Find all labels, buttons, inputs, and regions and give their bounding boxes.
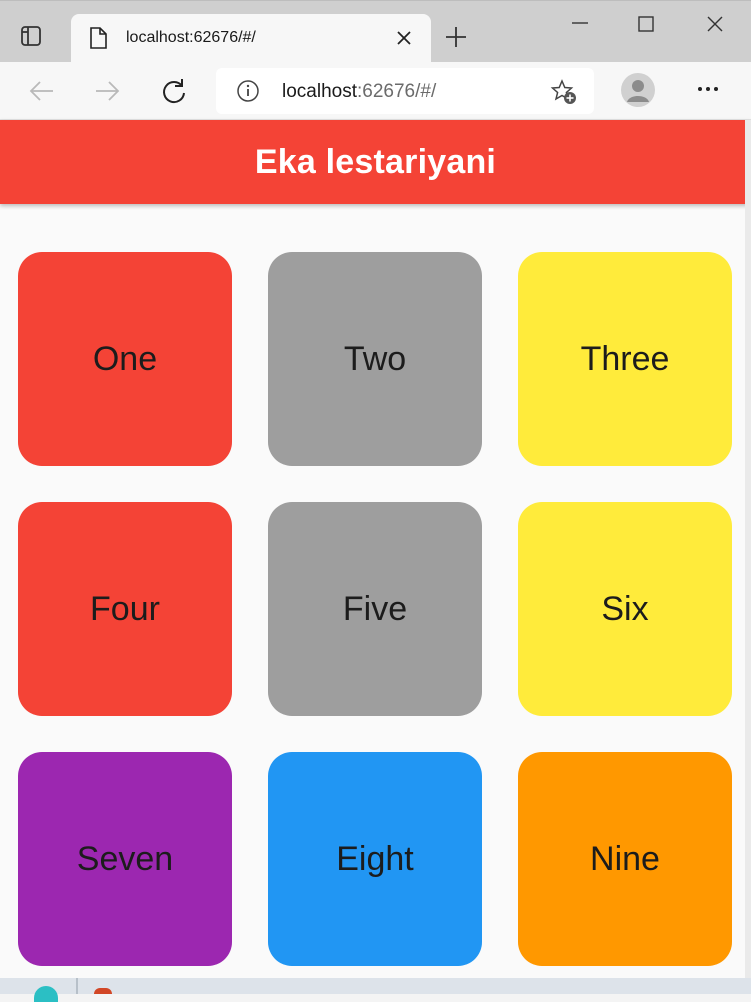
app-title: Eka lestariyani: [254, 142, 497, 181]
close-tab-icon[interactable]: [395, 29, 413, 47]
browser-tab[interactable]: localhost:62676/#/: [71, 14, 431, 63]
tile-four[interactable]: Four: [18, 502, 232, 716]
address-bar[interactable]: localhost:62676/#/: [216, 68, 594, 114]
browser-toolbar: localhost:62676/#/: [0, 62, 751, 120]
maximize-icon[interactable]: [636, 14, 656, 34]
tile-label: Nine: [590, 839, 660, 878]
app-bar: Eka lestariyani: [0, 120, 751, 204]
tile-one[interactable]: One: [18, 252, 232, 466]
tile-grid: One Two Three Four Five Six Seven Eight …: [18, 252, 732, 966]
taskbar-app-icon[interactable]: [34, 986, 58, 1002]
tab-actions-icon[interactable]: [20, 25, 42, 47]
tile-label: Six: [601, 589, 649, 628]
page-icon: [89, 27, 107, 49]
window-edge: [745, 120, 751, 978]
arrow-left-icon[interactable]: [28, 77, 56, 105]
taskbar-app-icon[interactable]: [94, 988, 112, 994]
tile-two[interactable]: Two: [268, 252, 482, 466]
browser-window: localhost:62676/#/ localhost:62676/#/ Ek…: [0, 0, 751, 1002]
taskbar-divider: [76, 978, 78, 994]
close-window-icon[interactable]: [705, 14, 725, 34]
reload-icon[interactable]: [160, 77, 188, 105]
url-host: localhost: [282, 81, 357, 102]
minimize-icon[interactable]: [570, 13, 590, 33]
tile-label: Eight: [336, 839, 414, 878]
tab-title: localhost:62676/#/: [126, 29, 256, 46]
url-path: :62676/#/: [357, 81, 437, 102]
info-icon[interactable]: [236, 79, 260, 103]
tile-three[interactable]: Three: [518, 252, 732, 466]
more-icon[interactable]: [694, 79, 722, 99]
arrow-right-icon[interactable]: [93, 77, 121, 105]
tile-six[interactable]: Six: [518, 502, 732, 716]
tile-nine[interactable]: Nine: [518, 752, 732, 966]
url-text[interactable]: localhost:62676/#/: [282, 81, 436, 103]
tile-label: Five: [342, 589, 408, 628]
tile-label: Two: [343, 339, 407, 378]
tile-eight[interactable]: Eight: [268, 752, 482, 966]
tile-seven[interactable]: Seven: [18, 752, 232, 966]
tile-five[interactable]: Five: [268, 502, 482, 716]
tile-label: Seven: [76, 839, 174, 878]
star-plus-icon[interactable]: [550, 78, 578, 106]
tab-strip: localhost:62676/#/: [0, 0, 751, 63]
avatar-icon[interactable]: [621, 73, 655, 107]
new-tab-plus-icon[interactable]: [444, 25, 468, 49]
tile-label: One: [92, 339, 158, 378]
tile-label: Three: [580, 339, 670, 378]
tile-label: Four: [90, 589, 160, 628]
taskbar: [0, 978, 751, 1002]
